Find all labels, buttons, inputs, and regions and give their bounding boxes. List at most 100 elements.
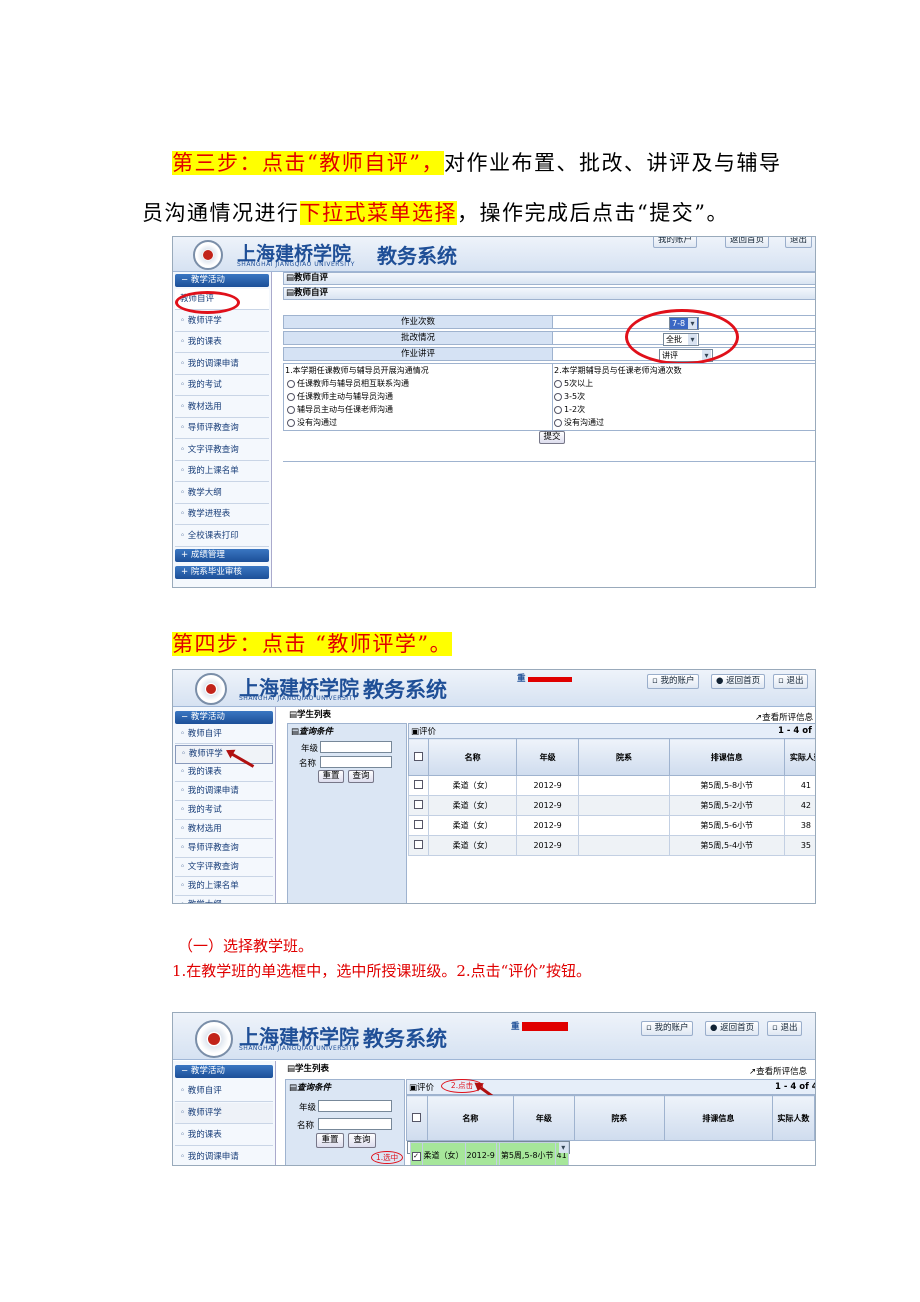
col-dept: 院系 (578, 738, 670, 776)
q2-option-2[interactable]: 3-5次 (554, 391, 585, 402)
q2-option-1[interactable]: 5次以上 (554, 378, 593, 389)
sidebar-item-textbooks-2[interactable]: ◦ 教材选用 (175, 821, 273, 839)
select-all-checkbox[interactable] (407, 738, 430, 776)
select-all-checkbox[interactable] (406, 1095, 428, 1141)
table-row[interactable]: 柔道（女） 2012-9 第5周,5-6小节 38 (407, 815, 815, 836)
reset-button[interactable]: 重置 (318, 770, 344, 783)
name-input[interactable] (320, 756, 392, 768)
row-checkbox[interactable] (407, 835, 430, 856)
row-label-homework-count: 作业次数 (283, 315, 553, 329)
q1-option-3[interactable]: 辅导员主动与任课老师沟通 (287, 404, 393, 415)
row-checkbox-checked[interactable]: ✓ (409, 1142, 423, 1165)
sidebar-item-self-eval-2[interactable]: ◦ 教师自评 (175, 726, 273, 744)
my-account-link-2[interactable]: ▫ 我的账户 (647, 674, 700, 689)
row-checkbox[interactable] (407, 815, 430, 836)
sidebar-item-class-list[interactable]: ◦ 我的上课名单 (175, 461, 269, 482)
table-row[interactable]: 柔道（女） 2012-9 第5周,5-8小节 41 (407, 775, 815, 796)
table-row-selected[interactable]: ✓ 柔道（女） 2012-9 第5周,5-8小节 41 (406, 1141, 570, 1165)
sidebar-item-syllabus[interactable]: ◦ 教学大纲 (175, 483, 269, 504)
my-account-link[interactable]: 我的账户 (653, 237, 698, 248)
cell-name: 柔道（女） (428, 815, 517, 836)
sidebar-item-reschedule[interactable]: ◦ 我的调课申请 (175, 354, 269, 375)
row-checkbox[interactable] (407, 775, 430, 796)
name-input-3[interactable] (318, 1118, 392, 1130)
q1-option-1[interactable]: 任课教师与辅导员相互联系沟通 (287, 378, 409, 389)
view-evaluated-link-3[interactable]: ↗查看所评信息 (749, 1065, 807, 1077)
grid-toolbar (408, 723, 815, 739)
col-name: 名称 (426, 1095, 515, 1141)
submit-button[interactable]: 提交 (539, 431, 565, 444)
step3-line2-b: ，操作完成后点击“提交”。 (457, 201, 729, 225)
q2-option-3[interactable]: 1-2次 (554, 404, 585, 415)
user-name-3: 重 (511, 1022, 520, 1032)
reset-button-3[interactable]: 重置 (316, 1133, 344, 1148)
cell-count: 41 (554, 1142, 569, 1165)
q2-option-4[interactable]: 没有沟通过 (554, 417, 604, 428)
sidebar-group-teaching-3[interactable]: − 教学活动 (175, 1065, 273, 1078)
logout-link-2[interactable]: ▫ 退出 (773, 674, 809, 689)
logout-link[interactable]: 退出 (785, 237, 813, 248)
search-button-3[interactable]: 查询 (348, 1133, 376, 1148)
sidebar-item-teacher-eval[interactable]: ◦ 教师评学 (175, 311, 269, 332)
q1-option-4[interactable]: 没有沟通过 (287, 417, 337, 428)
sidebar-item-progress[interactable]: ◦ 教学进程表 (175, 504, 269, 525)
sidebar-item-schedule-3[interactable]: ◦ 我的课表 (175, 1125, 273, 1146)
app-header-3: 上海建桥学院 SHANGHAI JIANGQIAO UNIVERSITY 教务系… (173, 1013, 815, 1060)
col-grade: 年级 (515, 738, 580, 776)
sidebar-item-schedule-2[interactable]: ◦ 我的课表 (175, 764, 273, 782)
sidebar-item-teacher-eval-3[interactable]: ◦ 教师评学 (175, 1103, 273, 1124)
sidebar-item-reschedule-3[interactable]: ◦ 我的调课申请 (175, 1147, 273, 1165)
name-label-3: 名称 (297, 1121, 315, 1131)
home-link-2[interactable]: ● 返回首页 (711, 674, 766, 689)
sidebar-group-grades[interactable]: + 成绩管理 (175, 549, 269, 562)
sidebar-2: − 教学活动 ◦ 教师自评 ◦ 教师评学 ◦ 我的课表 ◦ 我的调课申请 ◦ 我… (173, 707, 276, 903)
step3-line2-highlight: 下拉式菜单选择 (299, 201, 457, 225)
grade-input[interactable] (320, 741, 392, 753)
home-link[interactable]: 返回首页 (725, 237, 770, 248)
user-name: 重 (517, 674, 526, 684)
sidebar-item-text-query-2[interactable]: ◦ 文字评教查询 (175, 859, 273, 877)
home-link-3[interactable]: ● 返回首页 (705, 1021, 760, 1036)
q1-question: 1.本学期任课教师与辅导员开展沟通情况 (285, 366, 429, 375)
eval-button[interactable]: ▣评价 (411, 725, 436, 737)
my-account-link-3[interactable]: ▫ 我的账户 (641, 1021, 694, 1036)
q1-option-2[interactable]: 任课教师主动与辅导员沟通 (287, 391, 393, 402)
cell-dept (578, 835, 670, 856)
logout-link-3[interactable]: ▫ 退出 (767, 1021, 803, 1036)
sidebar-item-schedule[interactable]: ◦ 我的课表 (175, 332, 269, 353)
cell-grade: 2012-9 (515, 815, 580, 836)
view-evaluated-link[interactable]: ↗查看所评信息 (755, 711, 813, 723)
row-label-grading: 批改情况 (283, 331, 553, 345)
highlight-ring-selects (625, 309, 739, 365)
class-table-3: 名称 年级 院系 排课信息 实际人数 ✓ 柔道（女） 2012-9 第5周,5-… (406, 1095, 815, 1165)
cell-grade: 2012-9 (515, 795, 580, 816)
search-button[interactable]: 查询 (348, 770, 374, 783)
cell-dept (578, 815, 670, 836)
sidebar-item-tutor-query-2[interactable]: ◦ 导师评教查询 (175, 840, 273, 858)
table-row[interactable]: 柔道（女） 2012-9 第5周,5-2小节 42 (407, 795, 815, 816)
system-title-2: 教务系统 (363, 678, 447, 702)
paging-info-3: 1 - 4 of 4 (775, 1082, 816, 1092)
eval-button-3[interactable]: ▣评价 (409, 1081, 434, 1093)
sidebar-group-teaching[interactable]: − 教学活动 (175, 274, 269, 287)
sidebar-item-exams-2[interactable]: ◦ 我的考试 (175, 802, 273, 820)
sidebar-item-syllabus-2[interactable]: ◦ 教学大纲 (175, 897, 273, 903)
sidebar-group-teaching-2[interactable]: − 教学活动 (175, 711, 273, 724)
sidebar-item-print[interactable]: ◦ 全校课表打印 (175, 526, 269, 547)
panel-title: ▤教师自评 (283, 272, 815, 285)
sidebar-item-reschedule-2[interactable]: ◦ 我的调课申请 (175, 783, 273, 801)
school-logo-icon-3 (195, 1020, 233, 1058)
sidebar-item-textbooks[interactable]: ◦ 教材选用 (175, 397, 269, 418)
sub1-heading: （一）选择教学班。 (178, 937, 314, 955)
sidebar-item-class-list-2[interactable]: ◦ 我的上课名单 (175, 878, 273, 896)
table-row[interactable]: 柔道（女） 2012-9 第5周,5-4小节 35 (407, 835, 815, 856)
sidebar-item-text-query[interactable]: ◦ 文字评教查询 (175, 440, 269, 461)
col-count: 实际人数 (771, 1095, 815, 1141)
sidebar-item-self-eval-3[interactable]: ◦ 教师自评 (175, 1081, 273, 1102)
sidebar-item-tutor-query[interactable]: ◦ 导师评教查询 (175, 418, 269, 439)
grade-input-3[interactable] (318, 1100, 392, 1112)
step3-line2: 员沟通情况进行下拉式菜单选择，操作完成后点击“提交”。 (142, 197, 729, 227)
row-checkbox[interactable] (407, 795, 430, 816)
sidebar-item-exams[interactable]: ◦ 我的考试 (175, 375, 269, 396)
sidebar-group-graduation[interactable]: + 院系毕业审核 (175, 566, 269, 579)
